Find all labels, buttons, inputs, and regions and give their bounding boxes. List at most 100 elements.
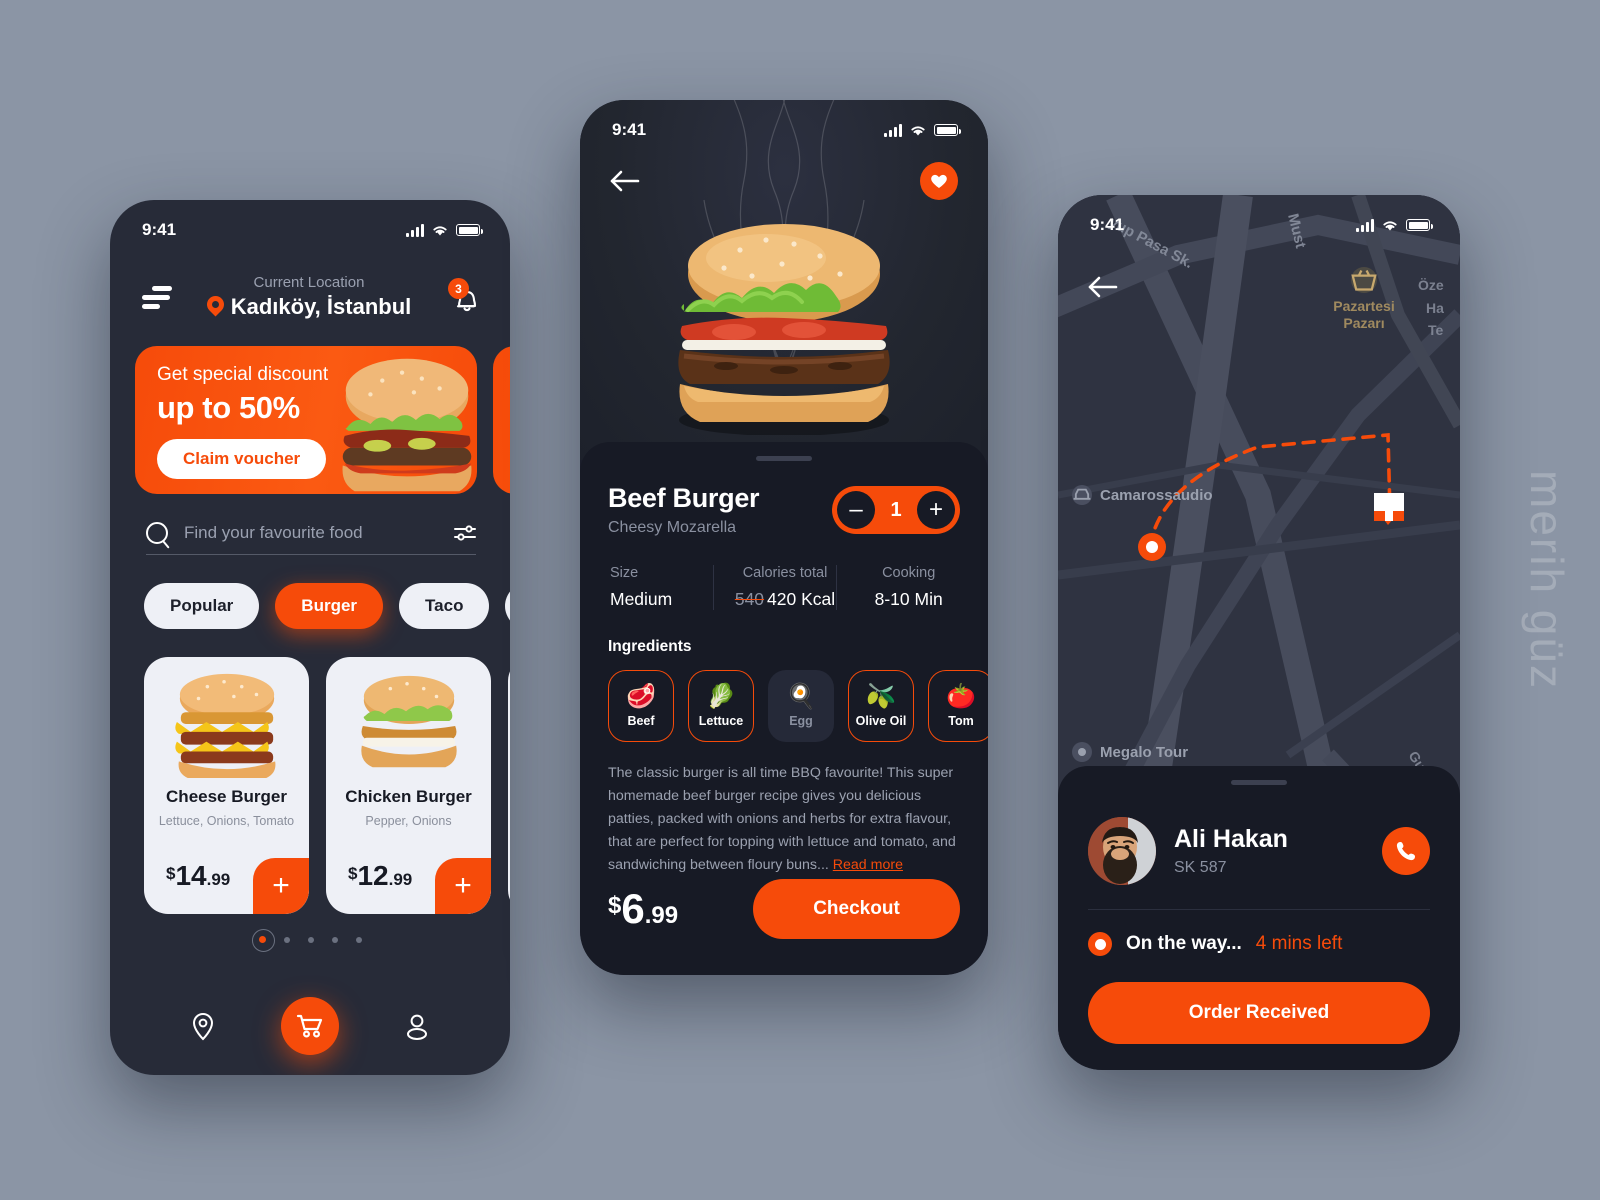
detail-bottom-sheet: Beef Burger Cheesy Mozarella – 1 + Size …	[580, 442, 988, 975]
location-selector[interactable]: Current Location Kadıköy, İstanbul	[172, 274, 446, 320]
order-received-button[interactable]: Order Received	[1088, 982, 1430, 1044]
phone-detail-screen: 9:41 Beef Burger Cheesy Mozarella – 1 + …	[580, 100, 988, 975]
egg-icon: 🍳	[786, 682, 816, 710]
phone-home-screen: 9:41 Current Location Kadıköy, İstanbul …	[110, 200, 510, 1075]
cellular-signal-icon	[884, 123, 902, 137]
product-title: Beef Burger	[608, 483, 760, 513]
increase-quantity-button[interactable]: +	[917, 491, 955, 529]
product-card-partial[interactable]	[508, 657, 510, 914]
product-card[interactable]: Chicken Burger Pepper, Onions $12.99 +	[326, 657, 491, 914]
phone-call-icon	[1396, 842, 1415, 861]
search-icon	[146, 522, 168, 544]
pagination-dot[interactable]	[307, 936, 314, 943]
price-dec: .99	[206, 870, 231, 889]
category-chip-burger[interactable]: Burger	[275, 583, 384, 629]
designer-watermark: merih güz	[1521, 470, 1573, 690]
category-chip-pizza[interactable]: Pizza	[505, 583, 510, 629]
status-bar-home: 9:41	[110, 200, 510, 260]
driver-name: Ali Hakan	[1174, 825, 1288, 853]
category-chip-taco[interactable]: Taco	[399, 583, 490, 629]
ingredient-chip-tomato[interactable]: 🍅 Tom	[928, 670, 988, 742]
category-chip-row[interactable]: Popular Burger Taco Pizza	[110, 555, 510, 629]
location-value-row: Kadıköy, İstanbul	[172, 294, 446, 320]
quantity-stepper[interactable]: – 1 +	[832, 486, 960, 534]
add-to-cart-button[interactable]: +	[253, 858, 309, 914]
product-subtitle: Cheesy Mozarella	[608, 519, 737, 536]
product-card-row[interactable]: Cheese Burger Lettuce, Onions, Tomato $1…	[110, 629, 510, 914]
map-label-megalo-tour[interactable]: Megalo Tour	[1072, 742, 1188, 762]
status-bar-track: 9:41	[1058, 195, 1460, 255]
car-wash-icon	[1072, 485, 1092, 505]
user-profile-icon[interactable]	[402, 1011, 432, 1041]
bottom-tab-bar[interactable]	[110, 997, 510, 1055]
driver-avatar[interactable]	[1088, 817, 1156, 885]
status-text: On the way...	[1126, 933, 1242, 954]
detail-top-bar	[580, 162, 988, 200]
pagination-dot[interactable]	[355, 936, 362, 943]
ingredients-heading: Ingredients	[608, 638, 692, 655]
driver-plate: SK 587	[1174, 859, 1227, 876]
claim-voucher-button[interactable]: Claim voucher	[157, 438, 327, 479]
pagination-dot[interactable]	[283, 936, 290, 943]
read-more-link[interactable]: Read more	[833, 857, 903, 873]
pagination-dot[interactable]	[331, 936, 338, 943]
fact-value: 8-10 Min	[874, 589, 943, 609]
poi-pazartesi-pazari[interactable]: Pazartesi Pazarı	[1314, 267, 1414, 332]
shopping-cart-icon	[296, 1014, 323, 1038]
ingredient-chip-olive-oil[interactable]: 🫒 Olive Oil	[848, 670, 914, 742]
driver-info: Ali Hakan SK 587	[1174, 825, 1288, 877]
sheet-grabber[interactable]	[756, 456, 812, 461]
fact-value-row: 540 420 Kcal	[734, 589, 837, 610]
ingredients-row[interactable]: 🥩 Beef 🥬 Lettuce 🍳 Egg 🫒 Olive Oil 🍅 Tom	[608, 670, 988, 742]
pagination-dot[interactable]	[251, 929, 275, 952]
price-int: 14	[175, 860, 207, 891]
status-icons	[884, 123, 961, 137]
cart-tab-button[interactable]	[280, 997, 339, 1055]
ingredient-chip-lettuce[interactable]: 🥬 Lettuce	[688, 670, 754, 742]
status-bar-detail: 9:41	[580, 100, 988, 160]
battery-icon	[934, 124, 961, 136]
status-time: 9:41	[142, 220, 177, 239]
search-bar[interactable]	[146, 522, 476, 555]
fact-cooking: Cooking 8-10 Min	[836, 565, 960, 610]
ingredient-chip-egg[interactable]: 🍳 Egg	[768, 670, 834, 742]
status-icons	[1356, 218, 1433, 232]
product-ingredients: Lettuce, Onions, Tomato	[158, 814, 295, 828]
wifi-icon	[1383, 220, 1397, 230]
detail-title-block: Beef Burger Cheesy Mozarella	[608, 483, 760, 537]
back-arrow-icon[interactable]	[610, 169, 640, 193]
product-description-block: The classic burger is all time BBQ favou…	[608, 762, 960, 877]
favorite-button[interactable]	[920, 162, 958, 200]
category-chip-popular[interactable]: Popular	[144, 583, 260, 629]
tracking-bottom-sheet: Ali Hakan SK 587 On the way... 4 mins le…	[1058, 766, 1460, 1070]
search-input[interactable]	[184, 523, 438, 543]
ingredient-chip-beef[interactable]: 🥩 Beef	[608, 670, 674, 742]
filter-sliders-icon[interactable]	[454, 524, 476, 542]
destination-store-marker[interactable]	[1374, 493, 1404, 521]
add-to-cart-button[interactable]: +	[435, 858, 491, 914]
promo-banner-next[interactable]: Amazing New Up	[493, 346, 510, 494]
status-time: 9:41	[612, 120, 647, 139]
back-arrow-icon[interactable]	[1088, 275, 1118, 299]
notifications-button[interactable]: 3	[446, 278, 480, 314]
courier-location-marker[interactable]	[1138, 533, 1166, 561]
ingredient-label: Beef	[627, 713, 655, 728]
promo-banner-carousel[interactable]: Get special discount up to 50% Claim vou…	[110, 320, 510, 494]
call-driver-button[interactable]	[1382, 827, 1430, 875]
fact-value: Medium	[610, 589, 673, 609]
beef-icon: 🥩	[626, 682, 656, 710]
wifi-icon	[911, 125, 925, 135]
hamburger-menu-icon[interactable]	[142, 282, 172, 313]
banner-burger-image	[323, 350, 477, 494]
lettuce-icon: 🥬	[706, 682, 736, 710]
product-card[interactable]: Cheese Burger Lettuce, Onions, Tomato $1…	[144, 657, 309, 914]
map-pin-icon[interactable]	[188, 1011, 218, 1041]
fact-old-value: 540	[734, 589, 765, 609]
promo-banner[interactable]: Get special discount up to 50% Claim vou…	[135, 346, 477, 494]
market-basket-icon	[1351, 267, 1377, 293]
carousel-pagination[interactable]	[110, 929, 510, 952]
decrease-quantity-button[interactable]: –	[837, 491, 875, 529]
checkout-button[interactable]: Checkout	[753, 879, 960, 939]
map-label-camarossaudio[interactable]: Camarossaudio	[1072, 485, 1213, 505]
sheet-grabber[interactable]	[1231, 780, 1287, 785]
